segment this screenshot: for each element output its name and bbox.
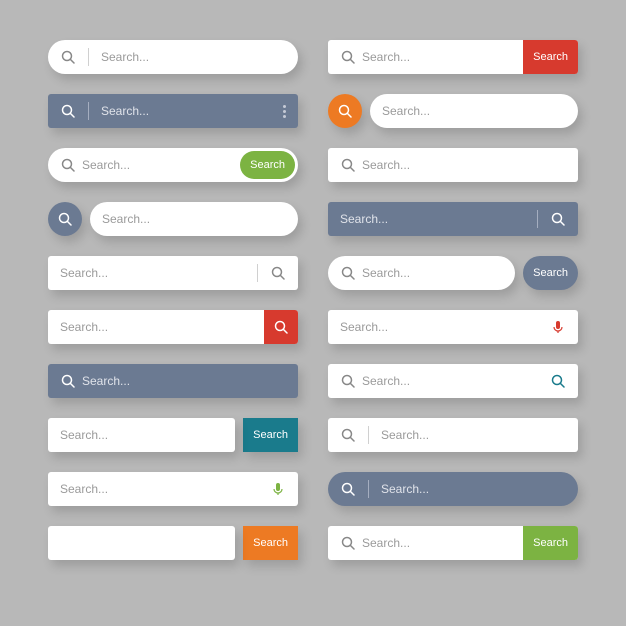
search-bar-l8: Search... Search xyxy=(48,418,298,452)
placeholder: Search... xyxy=(362,158,410,172)
placeholder: Search... xyxy=(340,212,388,226)
placeholder: Search... xyxy=(340,320,388,334)
search-bar-r7[interactable]: Search... xyxy=(328,364,578,398)
search-bar-l6[interactable]: Search... xyxy=(48,310,298,344)
search-button[interactable]: Search xyxy=(523,40,578,74)
search-bar-r3[interactable]: Search... xyxy=(328,148,578,182)
search-bar-r2: Search... xyxy=(328,94,578,128)
placeholder: Search... xyxy=(101,104,149,118)
search-bar-l3[interactable]: Search... Search xyxy=(48,148,298,182)
divider xyxy=(368,480,369,498)
placeholder: Search... xyxy=(82,158,130,172)
search-bar-r1[interactable]: Search... Search xyxy=(328,40,578,74)
mic-icon[interactable] xyxy=(550,319,566,335)
search-bar-r4[interactable]: Search... xyxy=(328,202,578,236)
placeholder: Search... xyxy=(362,374,410,388)
search-input[interactable]: Search... xyxy=(370,94,578,128)
search-icon[interactable] xyxy=(550,211,566,227)
search-bar-r10[interactable]: Search... Search xyxy=(328,526,578,560)
search-bar-l1[interactable]: Search... xyxy=(48,40,298,74)
search-bar-l7[interactable]: Search... xyxy=(48,364,298,398)
divider xyxy=(88,48,89,66)
placeholder: Search... xyxy=(362,266,410,280)
search-input[interactable]: Search... xyxy=(328,256,515,290)
search-button[interactable] xyxy=(264,310,298,344)
search-bar-l5[interactable]: Search... xyxy=(48,256,298,290)
search-icon xyxy=(60,157,76,173)
search-icon[interactable] xyxy=(270,265,286,281)
search-icon xyxy=(60,49,76,65)
right-column: Search... Search Search... Search... Sea… xyxy=(328,40,578,586)
search-icon xyxy=(340,535,356,551)
placeholder: Search... xyxy=(381,428,429,442)
left-column: Search... Search... Search... Search Sea… xyxy=(48,40,298,586)
search-button[interactable]: Search xyxy=(523,256,578,290)
divider xyxy=(537,210,538,228)
placeholder: Search... xyxy=(382,104,430,118)
search-bar-l4: Search... xyxy=(48,202,298,236)
search-button[interactable]: Search xyxy=(243,418,298,452)
search-icon xyxy=(60,103,76,119)
search-icon[interactable] xyxy=(550,373,566,389)
search-bar-r8[interactable]: Search... xyxy=(328,418,578,452)
mic-icon[interactable] xyxy=(270,481,286,497)
search-icon xyxy=(340,427,356,443)
placeholder: Search... xyxy=(60,266,108,280)
more-icon[interactable] xyxy=(283,105,286,118)
search-icon xyxy=(340,157,356,173)
search-icon xyxy=(60,373,76,389)
search-icon xyxy=(340,373,356,389)
search-icon xyxy=(340,49,356,65)
search-icon xyxy=(340,481,356,497)
placeholder: Search... xyxy=(60,428,108,442)
search-icon-button[interactable] xyxy=(328,94,362,128)
divider xyxy=(257,264,258,282)
search-icon-button[interactable] xyxy=(48,202,82,236)
placeholder: Search... xyxy=(362,50,410,64)
search-bar-r6[interactable]: Search... xyxy=(328,310,578,344)
search-icon xyxy=(340,265,356,281)
search-button[interactable]: Search xyxy=(240,151,295,179)
search-bar-l2[interactable]: Search... xyxy=(48,94,298,128)
search-button[interactable]: Search xyxy=(523,526,578,560)
search-input[interactable] xyxy=(48,526,235,560)
divider xyxy=(368,426,369,444)
search-button[interactable]: Search xyxy=(243,526,298,560)
search-bar-r9[interactable]: Search... xyxy=(328,472,578,506)
placeholder: Search... xyxy=(60,320,108,334)
search-bar-r5: Search... Search xyxy=(328,256,578,290)
placeholder: Search... xyxy=(381,482,429,496)
placeholder: Search... xyxy=(102,212,150,226)
search-bar-l10: Search xyxy=(48,526,298,560)
placeholder: Search... xyxy=(82,374,130,388)
divider xyxy=(88,102,89,120)
placeholder: Search... xyxy=(60,482,108,496)
placeholder: Search... xyxy=(362,536,410,550)
search-input[interactable]: Search... xyxy=(90,202,298,236)
search-bar-l9[interactable]: Search... xyxy=(48,472,298,506)
search-input[interactable]: Search... xyxy=(48,418,235,452)
placeholder: Search... xyxy=(101,50,149,64)
